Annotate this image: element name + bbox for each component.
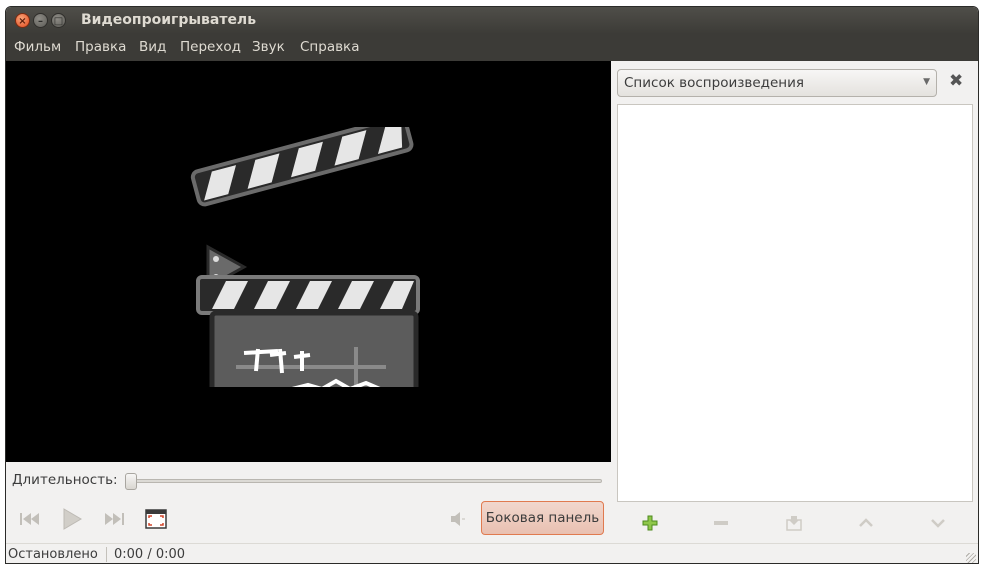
remove-icon	[714, 521, 728, 525]
close-sidebar-button[interactable]: ✖	[949, 71, 963, 91]
playback-time: 0:00 / 0:00	[114, 547, 186, 562]
window-title: Видеопроигрыватель	[81, 12, 257, 28]
fullscreen-button[interactable]	[143, 507, 169, 531]
sidebar-toggle-button[interactable]: Боковая панель	[481, 501, 604, 535]
menu-movie[interactable]: Фильм	[14, 39, 61, 55]
close-window-button[interactable]: ×	[15, 13, 30, 28]
status-bar: Остановлено 0:00 / 0:00	[6, 543, 978, 563]
move-up-icon	[859, 518, 873, 527]
menu-go[interactable]: Переход	[180, 39, 241, 55]
move-up-button[interactable]	[854, 512, 878, 534]
menu-view[interactable]: Вид	[139, 39, 166, 55]
chevron-down-icon: ▼	[923, 77, 930, 87]
play-button[interactable]	[58, 507, 86, 531]
menu-bar: Фильм Правка Вид Переход Звук Справка	[6, 34, 978, 61]
status-separator	[106, 547, 107, 562]
duration-label: Длительность:	[12, 472, 118, 488]
playback-status: Остановлено	[8, 547, 98, 562]
move-down-button[interactable]	[926, 512, 950, 534]
save-icon	[786, 516, 802, 531]
playlist-list[interactable]	[617, 104, 973, 502]
menu-edit[interactable]: Правка	[75, 39, 126, 55]
next-button[interactable]	[100, 507, 128, 531]
sidebar-panel-label: Список воспроизведения	[624, 75, 805, 91]
previous-icon	[20, 513, 39, 525]
menu-help[interactable]: Справка	[300, 39, 359, 55]
add-to-playlist-button[interactable]	[638, 512, 662, 534]
seek-handle[interactable]	[125, 473, 137, 490]
maximize-window-button[interactable]: □	[51, 13, 66, 28]
volume-icon	[451, 512, 465, 526]
clapperboard-icon	[190, 127, 420, 387]
volume-button[interactable]	[446, 507, 468, 531]
video-player-window: × – □ Видеопроигрыватель Фильм Правка Ви…	[5, 6, 979, 564]
remove-from-playlist-button[interactable]	[709, 512, 733, 534]
move-down-icon	[931, 519, 945, 528]
previous-button[interactable]	[16, 507, 44, 531]
fullscreen-icon	[145, 509, 167, 529]
resize-grip-icon[interactable]	[966, 553, 976, 563]
title-bar: × – □ Видеопроигрыватель	[6, 7, 978, 34]
pane-divider[interactable]	[611, 61, 615, 543]
minimize-window-button[interactable]: –	[33, 13, 48, 28]
add-icon	[642, 515, 658, 531]
video-area[interactable]	[6, 61, 611, 462]
sidebar-panel-selector[interactable]: Список воспроизведения ▼	[617, 69, 937, 97]
play-icon	[63, 508, 82, 530]
next-icon	[105, 513, 124, 525]
seek-bar[interactable]	[128, 479, 602, 483]
menu-sound[interactable]: Звук	[252, 39, 285, 55]
save-playlist-button[interactable]	[782, 512, 806, 534]
